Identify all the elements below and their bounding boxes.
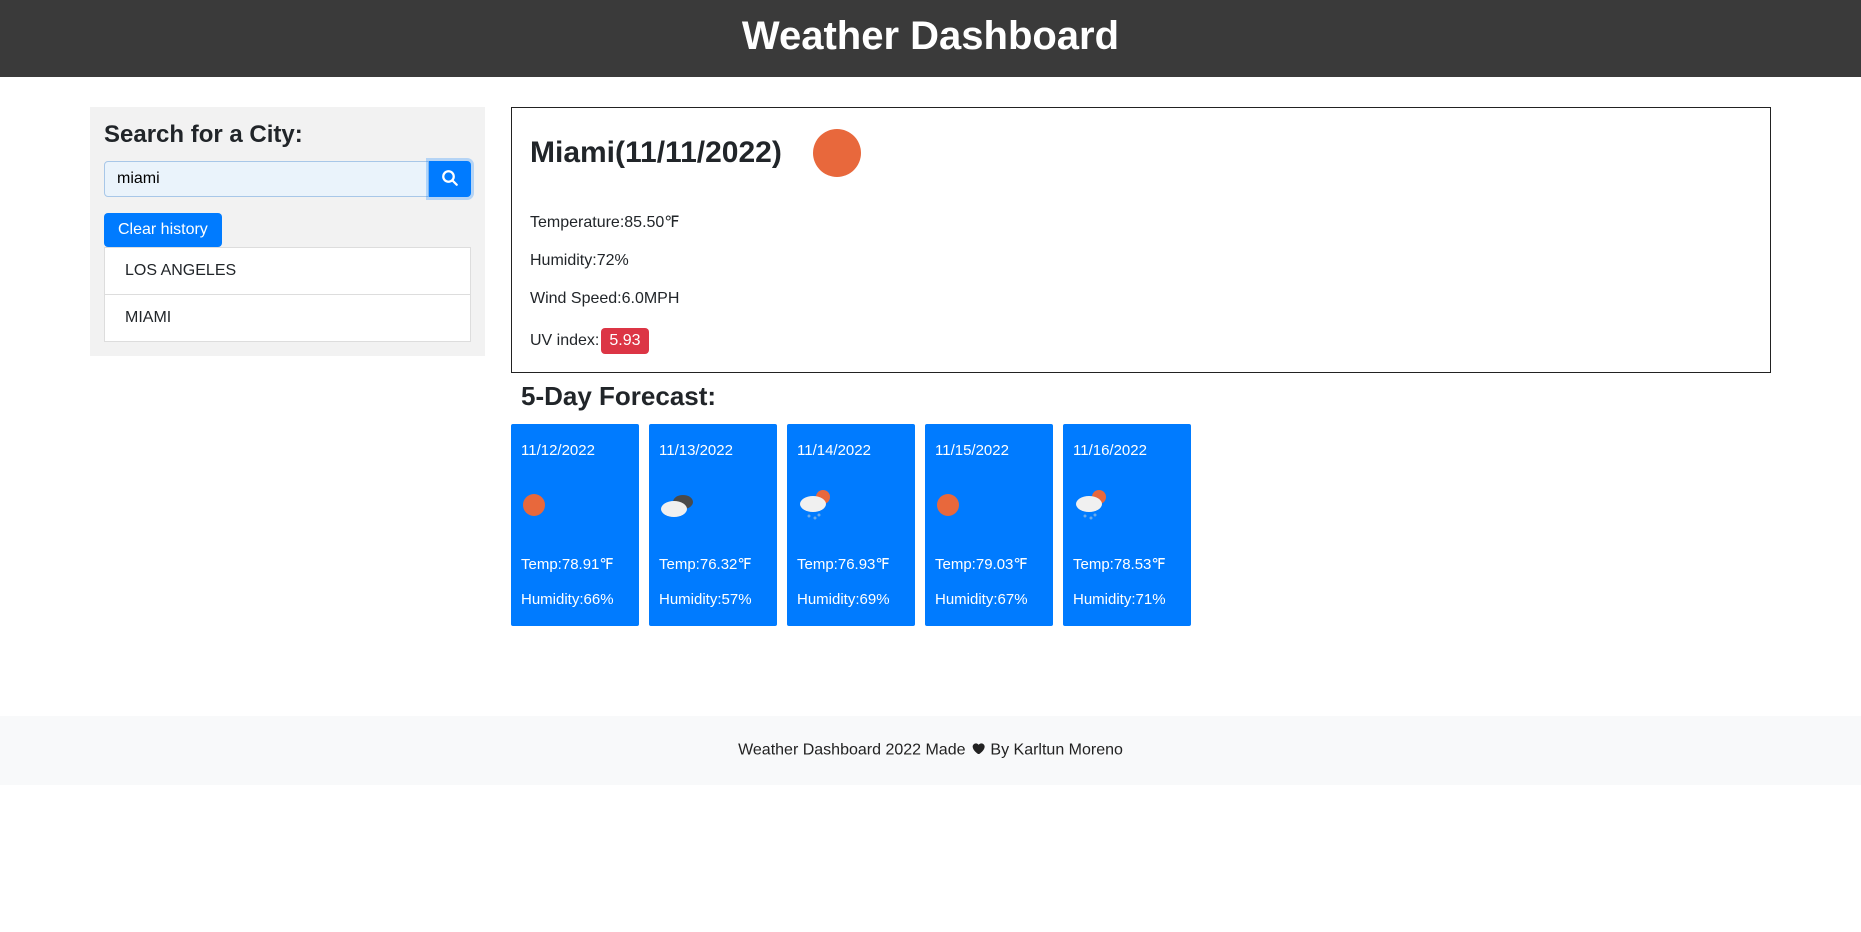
forecast-card: 11/16/2022 Temp:78.53℉ Humidity:71%	[1063, 424, 1191, 626]
forecast-humidity: Humidity:71%	[1073, 591, 1181, 608]
history-item[interactable]: LOS ANGELES	[104, 247, 471, 295]
rain-sun-icon	[797, 485, 905, 525]
forecast-temp: Temp:78.91℉	[521, 555, 629, 573]
search-button[interactable]	[429, 161, 471, 197]
forecast-card: 11/14/2022 Temp:76.93℉ Humidity:69%	[787, 424, 915, 626]
current-temperature: Temperature:85.50℉	[530, 212, 1752, 232]
page-title: Weather Dashboard	[0, 14, 1861, 59]
forecast-card: 11/13/2022 Temp:76.32℉ Humidity:57%	[649, 424, 777, 626]
forecast-title: 5-Day Forecast:	[521, 381, 1771, 412]
rain-sun-icon	[1073, 485, 1181, 525]
sun-icon	[521, 485, 629, 525]
search-label: Search for a City:	[104, 121, 471, 149]
forecast-humidity: Humidity:66%	[521, 591, 629, 608]
forecast-date: 11/13/2022	[659, 442, 767, 459]
forecast-card: 11/15/2022 Temp:79.03℉ Humidity:67%	[925, 424, 1053, 626]
forecast-row: 11/12/2022 Temp:78.91℉ Humidity:66% 11/13/2…	[511, 424, 1771, 626]
clear-history-button[interactable]: Clear history	[104, 213, 222, 247]
forecast-temp: Temp:76.32℉	[659, 555, 767, 573]
forecast-date: 11/12/2022	[521, 442, 629, 459]
forecast-date: 11/14/2022	[797, 442, 905, 459]
page-footer: Weather Dashboard 2022 Made By Karltun M…	[0, 716, 1861, 785]
forecast-temp: Temp:79.03℉	[935, 555, 1043, 573]
search-sidebar: Search for a City: Clear history LOS ANG…	[90, 107, 485, 356]
history-item[interactable]: MIAMI	[104, 295, 471, 342]
sun-icon	[935, 485, 1043, 525]
heart-icon	[970, 740, 986, 761]
city-search-input[interactable]	[104, 161, 429, 197]
forecast-humidity: Humidity:69%	[797, 591, 905, 608]
search-history-list: LOS ANGELES MIAMI	[104, 247, 471, 342]
main-container: Search for a City: Clear history LOS ANG…	[0, 77, 1861, 676]
search-icon	[441, 169, 459, 190]
current-weather-card: Miami(11/11/2022) Temperature:85.50℉ Hum…	[511, 107, 1771, 373]
forecast-date: 11/15/2022	[935, 442, 1043, 459]
main-content: Miami(11/11/2022) Temperature:85.50℉ Hum…	[511, 107, 1771, 626]
current-wind: Wind Speed:6.0MPH	[530, 290, 1752, 308]
forecast-humidity: Humidity:57%	[659, 591, 767, 608]
search-row	[104, 161, 471, 197]
clouds-icon	[659, 485, 767, 525]
footer-text: By Karltun Moreno	[986, 742, 1123, 759]
current-city-date: Miami(11/11/2022)	[530, 136, 782, 170]
footer-text: Weather Dashboard 2022 Made	[738, 742, 970, 759]
sun-icon	[812, 128, 862, 178]
forecast-temp: Temp:78.53℉	[1073, 555, 1181, 573]
page-header: Weather Dashboard	[0, 0, 1861, 77]
forecast-card: 11/12/2022 Temp:78.91℉ Humidity:66%	[511, 424, 639, 626]
forecast-date: 11/16/2022	[1073, 442, 1181, 459]
uv-badge: 5.93	[601, 328, 648, 354]
current-uv: UV index:5.93	[530, 328, 1752, 354]
forecast-temp: Temp:76.93℉	[797, 555, 905, 573]
current-title-row: Miami(11/11/2022)	[530, 128, 1752, 178]
forecast-humidity: Humidity:67%	[935, 591, 1043, 608]
current-humidity: Humidity:72%	[530, 252, 1752, 270]
